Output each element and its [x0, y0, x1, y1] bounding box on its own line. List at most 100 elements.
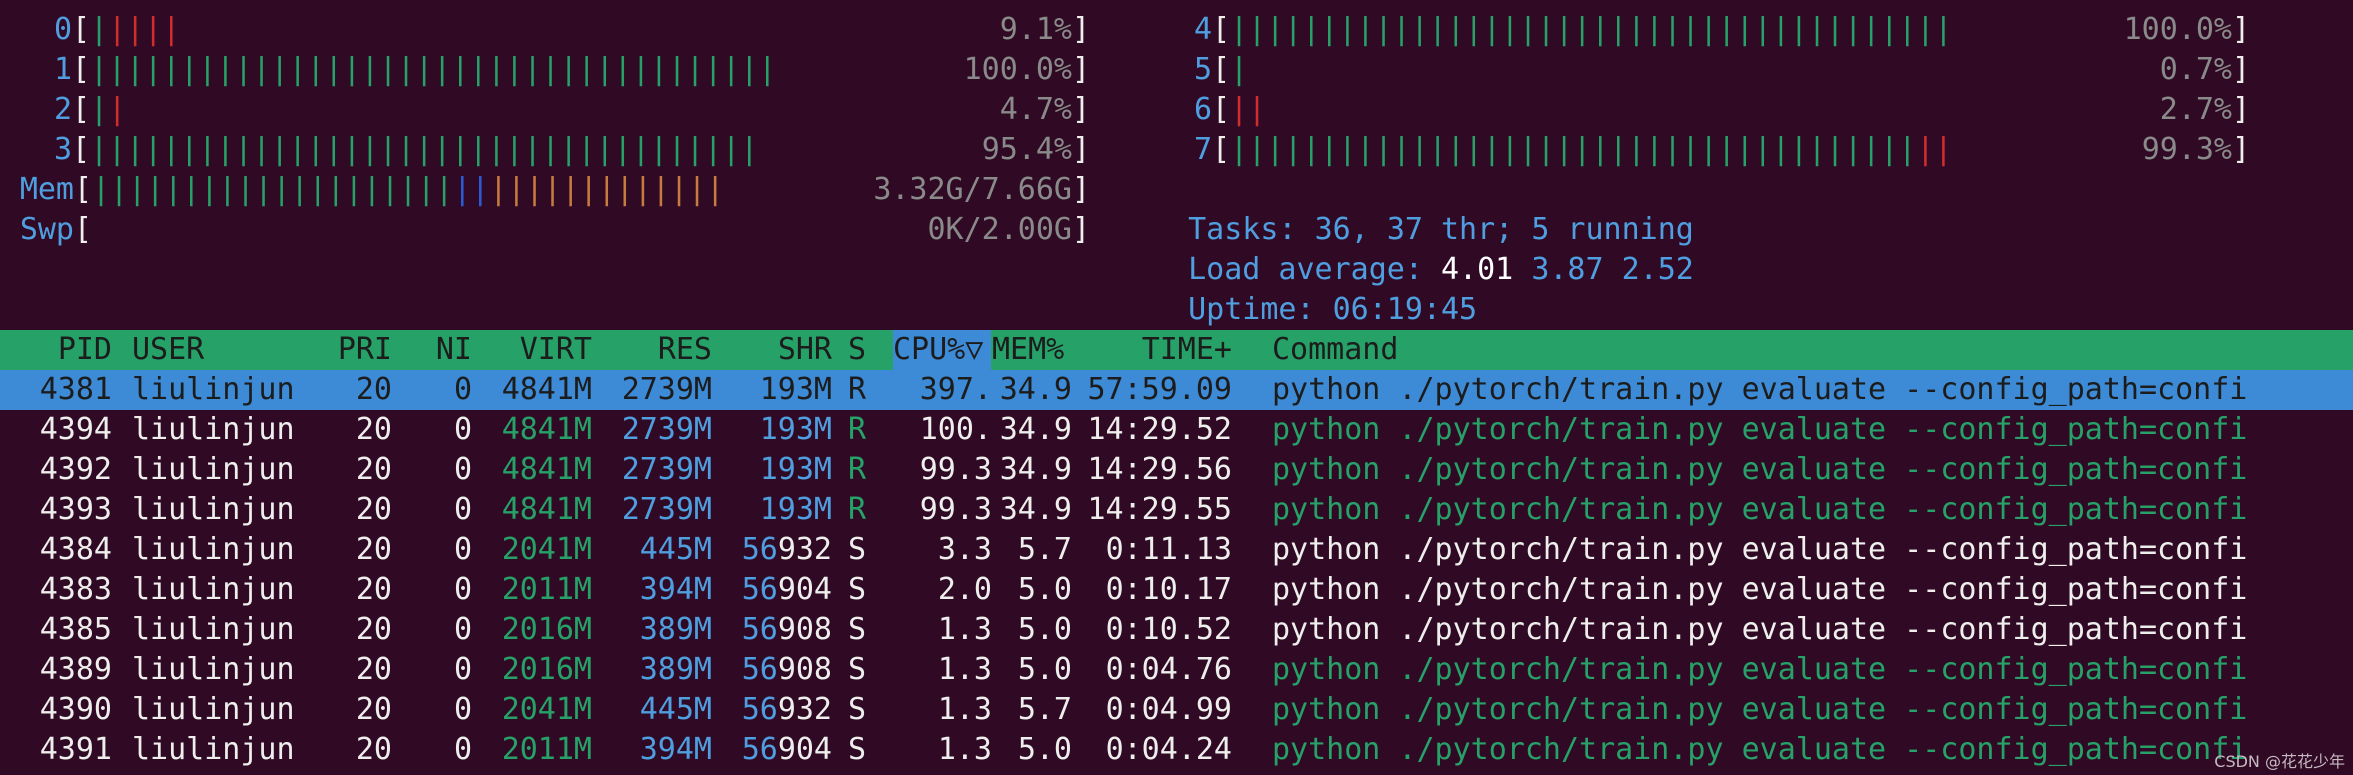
- meter-open-bracket: [: [1212, 132, 1231, 167]
- cell-pid: 4392: [39, 452, 112, 487]
- cell-mem: 5.0: [1017, 612, 1072, 647]
- col-res[interactable]: RES: [592, 330, 712, 370]
- cell-ni: 0: [453, 412, 472, 447]
- col-ni[interactable]: NI: [392, 330, 472, 370]
- cell-cmd: python ./pytorch/train.py evaluate --con…: [1272, 572, 2248, 607]
- meter-label: 6: [1193, 92, 1212, 127]
- col-command[interactable]: Command: [1272, 330, 2352, 370]
- process-row[interactable]: 4391 liulinjun 20 0 2011M 394M 56904 S 1.3 5.0 0:0…: [0, 730, 2353, 770]
- cell-shr: 193M: [759, 412, 832, 447]
- shr-high-digits: 56: [741, 732, 778, 767]
- col-pid[interactable]: PID: [0, 330, 112, 370]
- cell-pri: 20: [355, 452, 392, 487]
- col-time[interactable]: TIME+: [1072, 330, 1232, 370]
- meter-close-bracket: ]: [2232, 12, 2251, 47]
- cell-user: liulinjun: [132, 612, 295, 647]
- cell-s: S: [848, 692, 867, 727]
- uptime-label: Uptime:: [1188, 292, 1333, 327]
- meter-label: Swp: [19, 212, 74, 247]
- process-row[interactable]: 4394 liulinjun 20 0 4841M 2739M 193M R 100. 34.9 1…: [0, 410, 2353, 450]
- process-row[interactable]: 4393 liulinjun 20 0 4841M 2739M 193M R 99.3 34.9 1…: [0, 490, 2353, 530]
- cell-pri: 20: [355, 612, 392, 647]
- cell-mem: 34.9: [999, 372, 1072, 407]
- cell-pid: 4383: [39, 572, 112, 607]
- process-row[interactable]: 4384 liulinjun 20 0 2041M 445M 56932 S 3.3 5.7 0:1…: [0, 530, 2353, 570]
- cell-virt: 2016M: [501, 652, 592, 687]
- cell-res: 2739M: [621, 492, 712, 527]
- process-row[interactable]: 4389 liulinjun 20 0 2016M 389M 56908 S 1.3 5.0 0:0…: [0, 650, 2353, 690]
- cell-pri: 20: [355, 412, 392, 447]
- meter-open-bracket: [: [1212, 52, 1231, 87]
- cell-user: liulinjun: [132, 452, 295, 487]
- cell-virt: 2041M: [501, 532, 592, 567]
- process-row[interactable]: 4392 liulinjun 20 0 4841M 2739M 193M R 99.3 34.9 1…: [0, 450, 2353, 490]
- meter-label: Mem: [19, 172, 74, 207]
- load-5min: 3.87: [1531, 252, 1604, 287]
- process-row[interactable]: 4385 liulinjun 20 0 2016M 389M 56908 S 1.3 5.0 0:1…: [0, 610, 2353, 650]
- process-row[interactable]: 4381 liulinjun 20 0 4841M 2739M 193M R 397. 34.9 5…: [0, 370, 2353, 410]
- uptime-value: 06:19:45: [1332, 292, 1478, 327]
- cell-shr: 193M: [759, 452, 832, 487]
- shr-high-digits: 56: [741, 612, 778, 647]
- meter-segment: ||: [453, 172, 490, 207]
- cell-res: 445M: [639, 692, 712, 727]
- process-row[interactable]: 4383 liulinjun 20 0 2011M 394M 56904 S 2.0 5.0 0:1…: [0, 570, 2353, 610]
- cell-ni: 0: [453, 372, 472, 407]
- cell-cpu: 2.0: [937, 572, 992, 607]
- cell-cpu: 397.: [919, 372, 992, 407]
- meter-value: 2.7%: [2159, 92, 2232, 127]
- cell-pri: 20: [355, 492, 392, 527]
- cell-time: 0:04.76: [1105, 652, 1232, 687]
- cell-s: S: [848, 612, 867, 647]
- meter-open-bracket: [: [74, 172, 93, 207]
- cell-time: 0:04.99: [1105, 692, 1232, 727]
- meter-close-bracket: ]: [2232, 52, 2251, 87]
- cell-virt: 2011M: [501, 732, 592, 767]
- cell-cmd: python ./pytorch/train.py evaluate --con…: [1272, 612, 2248, 647]
- cell-res: 389M: [639, 652, 712, 687]
- cell-cmd: python ./pytorch/train.py evaluate --con…: [1272, 732, 2248, 767]
- meter-segment: ||||||||||||||||||||: [92, 172, 454, 207]
- meter-close-bracket: ]: [2232, 92, 2251, 127]
- cell-mem: 5.7: [1017, 692, 1072, 727]
- tasks-summary: Tasks: 36, 37 thr; 5 running: [1188, 212, 1694, 247]
- cell-pid: 4390: [39, 692, 112, 727]
- cell-cmd: python ./pytorch/train.py evaluate --con…: [1272, 532, 2248, 567]
- col-virt[interactable]: VIRT: [472, 330, 592, 370]
- cell-shr: 56932: [712, 690, 832, 730]
- cell-pid: 4389: [39, 652, 112, 687]
- col-pri[interactable]: PRI: [302, 330, 392, 370]
- cell-time: 57:59.09: [1087, 372, 1233, 407]
- cell-cpu: 3.3: [937, 532, 992, 567]
- cell-shr: 56932: [712, 530, 832, 570]
- cell-shr: 193M: [759, 492, 832, 527]
- cell-shr: 56904: [712, 570, 832, 610]
- col-state[interactable]: S: [848, 330, 878, 370]
- cell-virt: 4841M: [501, 372, 592, 407]
- col-user[interactable]: USER: [132, 330, 302, 370]
- cell-shr: 56908: [712, 650, 832, 690]
- cell-pid: 4384: [39, 532, 112, 567]
- col-mem[interactable]: MEM%: [992, 330, 1072, 370]
- cell-cpu: 1.3: [937, 732, 992, 767]
- process-row[interactable]: 4390 liulinjun 20 0 2041M 445M 56932 S 1.3 5.7 0:0…: [0, 690, 2353, 730]
- cell-virt: 4841M: [501, 412, 592, 447]
- cell-cmd: python ./pytorch/train.py evaluate --con…: [1272, 492, 2248, 527]
- cell-pri: 20: [355, 652, 392, 687]
- cell-mem: 5.7: [1017, 532, 1072, 567]
- meter-5: 5[| 0.7%]: [0, 50, 2353, 90]
- meter-segment: ||||||||||||||||||||||||||||||||||||||||: [1230, 12, 1953, 47]
- shr-high-digits: 56: [741, 652, 778, 687]
- cell-pri: 20: [355, 732, 392, 767]
- cell-mem: 5.0: [1017, 572, 1072, 607]
- meter-value: 100.0%: [2123, 12, 2232, 47]
- cell-cpu: 1.3: [937, 612, 992, 647]
- col-cpu[interactable]: CPU%▽: [893, 330, 991, 370]
- cell-pid: 4385: [39, 612, 112, 647]
- cell-user: liulinjun: [132, 412, 295, 447]
- cell-s: R: [848, 492, 867, 527]
- cell-ni: 0: [453, 532, 472, 567]
- col-shr[interactable]: SHR: [712, 330, 832, 370]
- cell-pid: 4391: [39, 732, 112, 767]
- cell-s: R: [848, 372, 867, 407]
